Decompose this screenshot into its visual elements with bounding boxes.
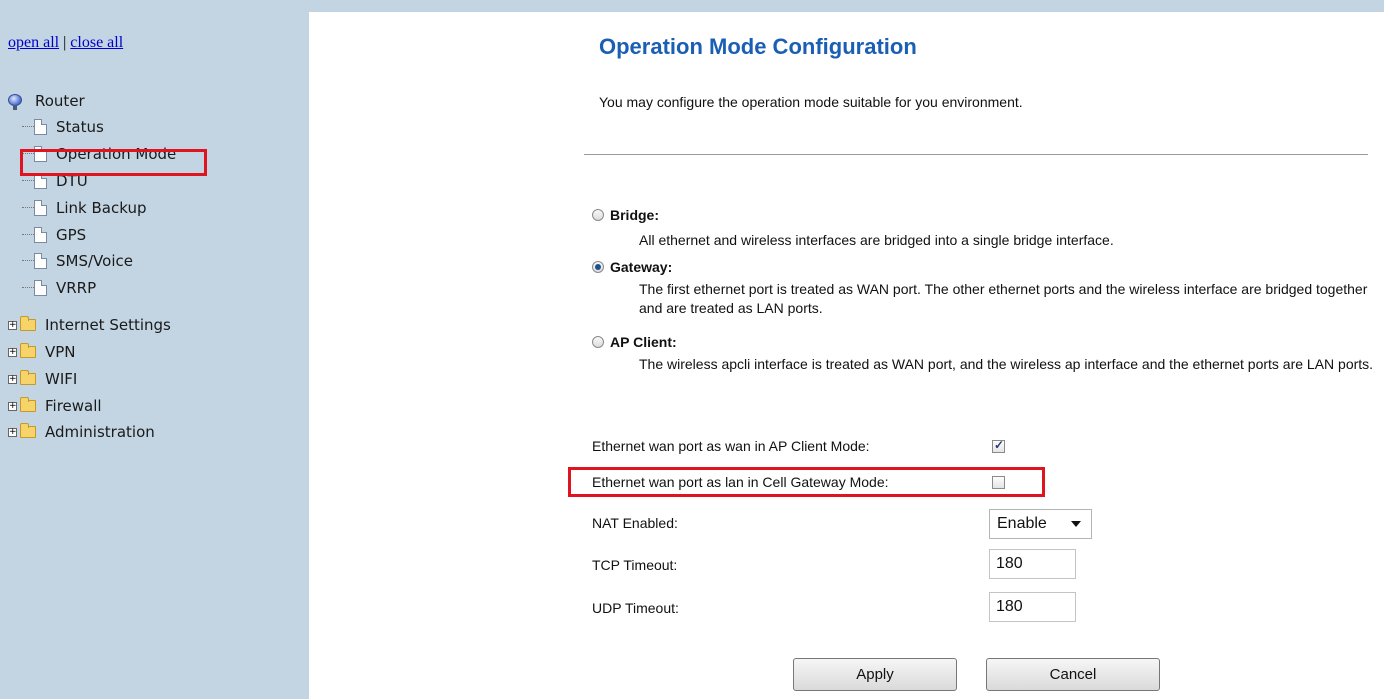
mode-ap-client-option[interactable]: AP Client:: [592, 334, 677, 350]
folder-icon: [20, 316, 36, 331]
expand-icon[interactable]: +: [8, 320, 17, 330]
tree-root-router[interactable]: Router: [8, 88, 88, 114]
tcp-timeout-label: TCP Timeout:: [592, 557, 678, 573]
tcp-timeout-input[interactable]: 180: [989, 549, 1076, 579]
folder-icon: [20, 397, 36, 412]
page-icon: [34, 227, 47, 243]
eth-wan-cell-label: Ethernet wan port as lan in Cell Gateway…: [592, 474, 889, 490]
main-content: Operation Mode Configuration You may con…: [309, 12, 1384, 699]
mode-label: Gateway:: [610, 259, 673, 275]
separator: |: [63, 34, 67, 51]
mode-description: The wireless apcli interface is treated …: [639, 356, 1374, 372]
mode-label: Bridge:: [610, 207, 659, 223]
sidebar-item-link-backup[interactable]: Link Backup: [22, 195, 149, 221]
page-icon: [34, 280, 47, 296]
sidebar-item-label: Link Backup: [56, 199, 147, 217]
sidebar-item-sms-voice[interactable]: SMS/Voice: [22, 248, 136, 274]
expand-icon[interactable]: +: [8, 401, 17, 411]
expand-icon[interactable]: +: [8, 347, 17, 357]
udp-timeout-input[interactable]: 180: [989, 592, 1076, 622]
selection-highlight: [20, 149, 207, 176]
close-all-link[interactable]: close all: [70, 34, 123, 51]
sidebar-item-label: SMS/Voice: [56, 252, 133, 270]
page-title: Operation Mode Configuration: [599, 34, 917, 59]
eth-wan-ap-label: Ethernet wan port as wan in AP Client Mo…: [592, 438, 870, 454]
folder-icon: [20, 423, 36, 438]
folder-icon: [20, 343, 36, 358]
router-icon: [8, 92, 22, 110]
mode-description: The first ethernet port is treated as WA…: [639, 281, 1368, 316]
sidebar-item-label: WIFI: [45, 370, 78, 388]
sidebar-item-label: Internet Settings: [45, 316, 171, 334]
open-all-link[interactable]: open all: [8, 34, 59, 51]
sidebar-item-label: GPS: [56, 226, 87, 244]
gateway-radio[interactable]: [592, 261, 604, 273]
nat-select-value: Enable: [997, 515, 1047, 532]
nat-label: NAT Enabled:: [592, 515, 678, 531]
sidebar-item-label: VRRP: [56, 279, 97, 297]
eth-wan-cell-checkbox[interactable]: [992, 476, 1005, 489]
checkmark-icon: ✓: [994, 438, 1005, 452]
sidebar: open all | close all Router Status Opera…: [0, 12, 309, 699]
sidebar-item-label: Firewall: [45, 397, 102, 415]
bridge-radio[interactable]: [592, 209, 604, 221]
eth-wan-ap-checkbox[interactable]: ✓: [992, 438, 1005, 453]
page-icon: [34, 119, 47, 135]
expand-icon[interactable]: +: [8, 427, 17, 437]
sidebar-item-label: Status: [56, 118, 104, 136]
sidebar-item-internet-settings[interactable]: + Internet Settings: [8, 312, 174, 338]
sidebar-item-vpn[interactable]: + VPN: [8, 339, 79, 365]
divider: [584, 154, 1368, 155]
sidebar-item-status[interactable]: Status: [22, 114, 107, 140]
page-icon: [34, 253, 47, 269]
nat-select[interactable]: Enable: [989, 509, 1092, 539]
sidebar-item-wifi[interactable]: + WIFI: [8, 366, 80, 392]
tree-root-label: Router: [35, 92, 85, 110]
sidebar-item-gps[interactable]: GPS: [22, 222, 89, 248]
top-strip: [0, 0, 1384, 12]
sidebar-item-vrrp[interactable]: VRRP: [22, 275, 99, 301]
chevron-down-icon: [1071, 521, 1081, 527]
mode-bridge-option[interactable]: Bridge:: [592, 207, 659, 223]
sidebar-item-label: VPN: [45, 343, 76, 361]
page-icon: [34, 200, 47, 216]
mode-gateway-option[interactable]: Gateway:: [592, 259, 672, 275]
tree-controls: open all | close all: [8, 34, 123, 52]
ap-client-radio[interactable]: [592, 336, 604, 348]
cancel-button[interactable]: Cancel: [986, 658, 1160, 691]
page-intro: You may configure the operation mode sui…: [599, 94, 1023, 110]
sidebar-item-label: Administration: [45, 423, 155, 441]
mode-label: AP Client:: [610, 334, 677, 350]
sidebar-item-firewall[interactable]: + Firewall: [8, 393, 105, 419]
mode-description: All ethernet and wireless interfaces are…: [639, 232, 1114, 248]
sidebar-item-administration[interactable]: + Administration: [8, 419, 158, 445]
apply-button[interactable]: Apply: [793, 658, 957, 691]
folder-icon: [20, 370, 36, 385]
udp-timeout-label: UDP Timeout:: [592, 600, 679, 616]
expand-icon[interactable]: +: [8, 374, 17, 384]
